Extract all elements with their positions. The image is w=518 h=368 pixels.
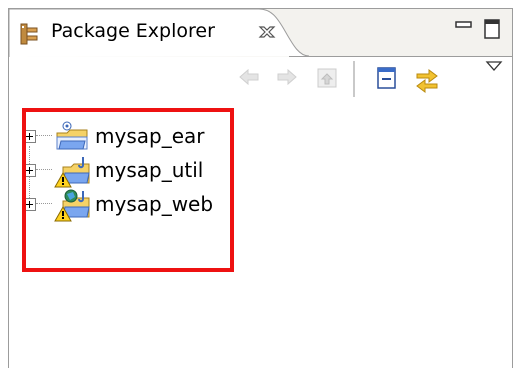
forward-arrow-icon[interactable] [275,65,299,89]
package-explorer-icon [20,23,38,45]
highlight-box [22,108,234,272]
link-with-editor-icon[interactable] [413,65,441,93]
minimize-icon[interactable] [454,18,474,38]
view-toolbar [9,57,512,103]
close-tab-icon[interactable] [257,22,277,42]
tab-title: Package Explorer [51,20,215,42]
view-menu-icon[interactable] [485,59,503,73]
up-folder-icon[interactable] [315,65,339,91]
toolbar-separator [353,61,355,97]
back-arrow-icon[interactable] [237,65,261,89]
maximize-icon[interactable] [483,18,503,42]
view-tab-bar: Package Explorer [9,9,512,57]
collapse-all-icon[interactable] [375,65,399,91]
